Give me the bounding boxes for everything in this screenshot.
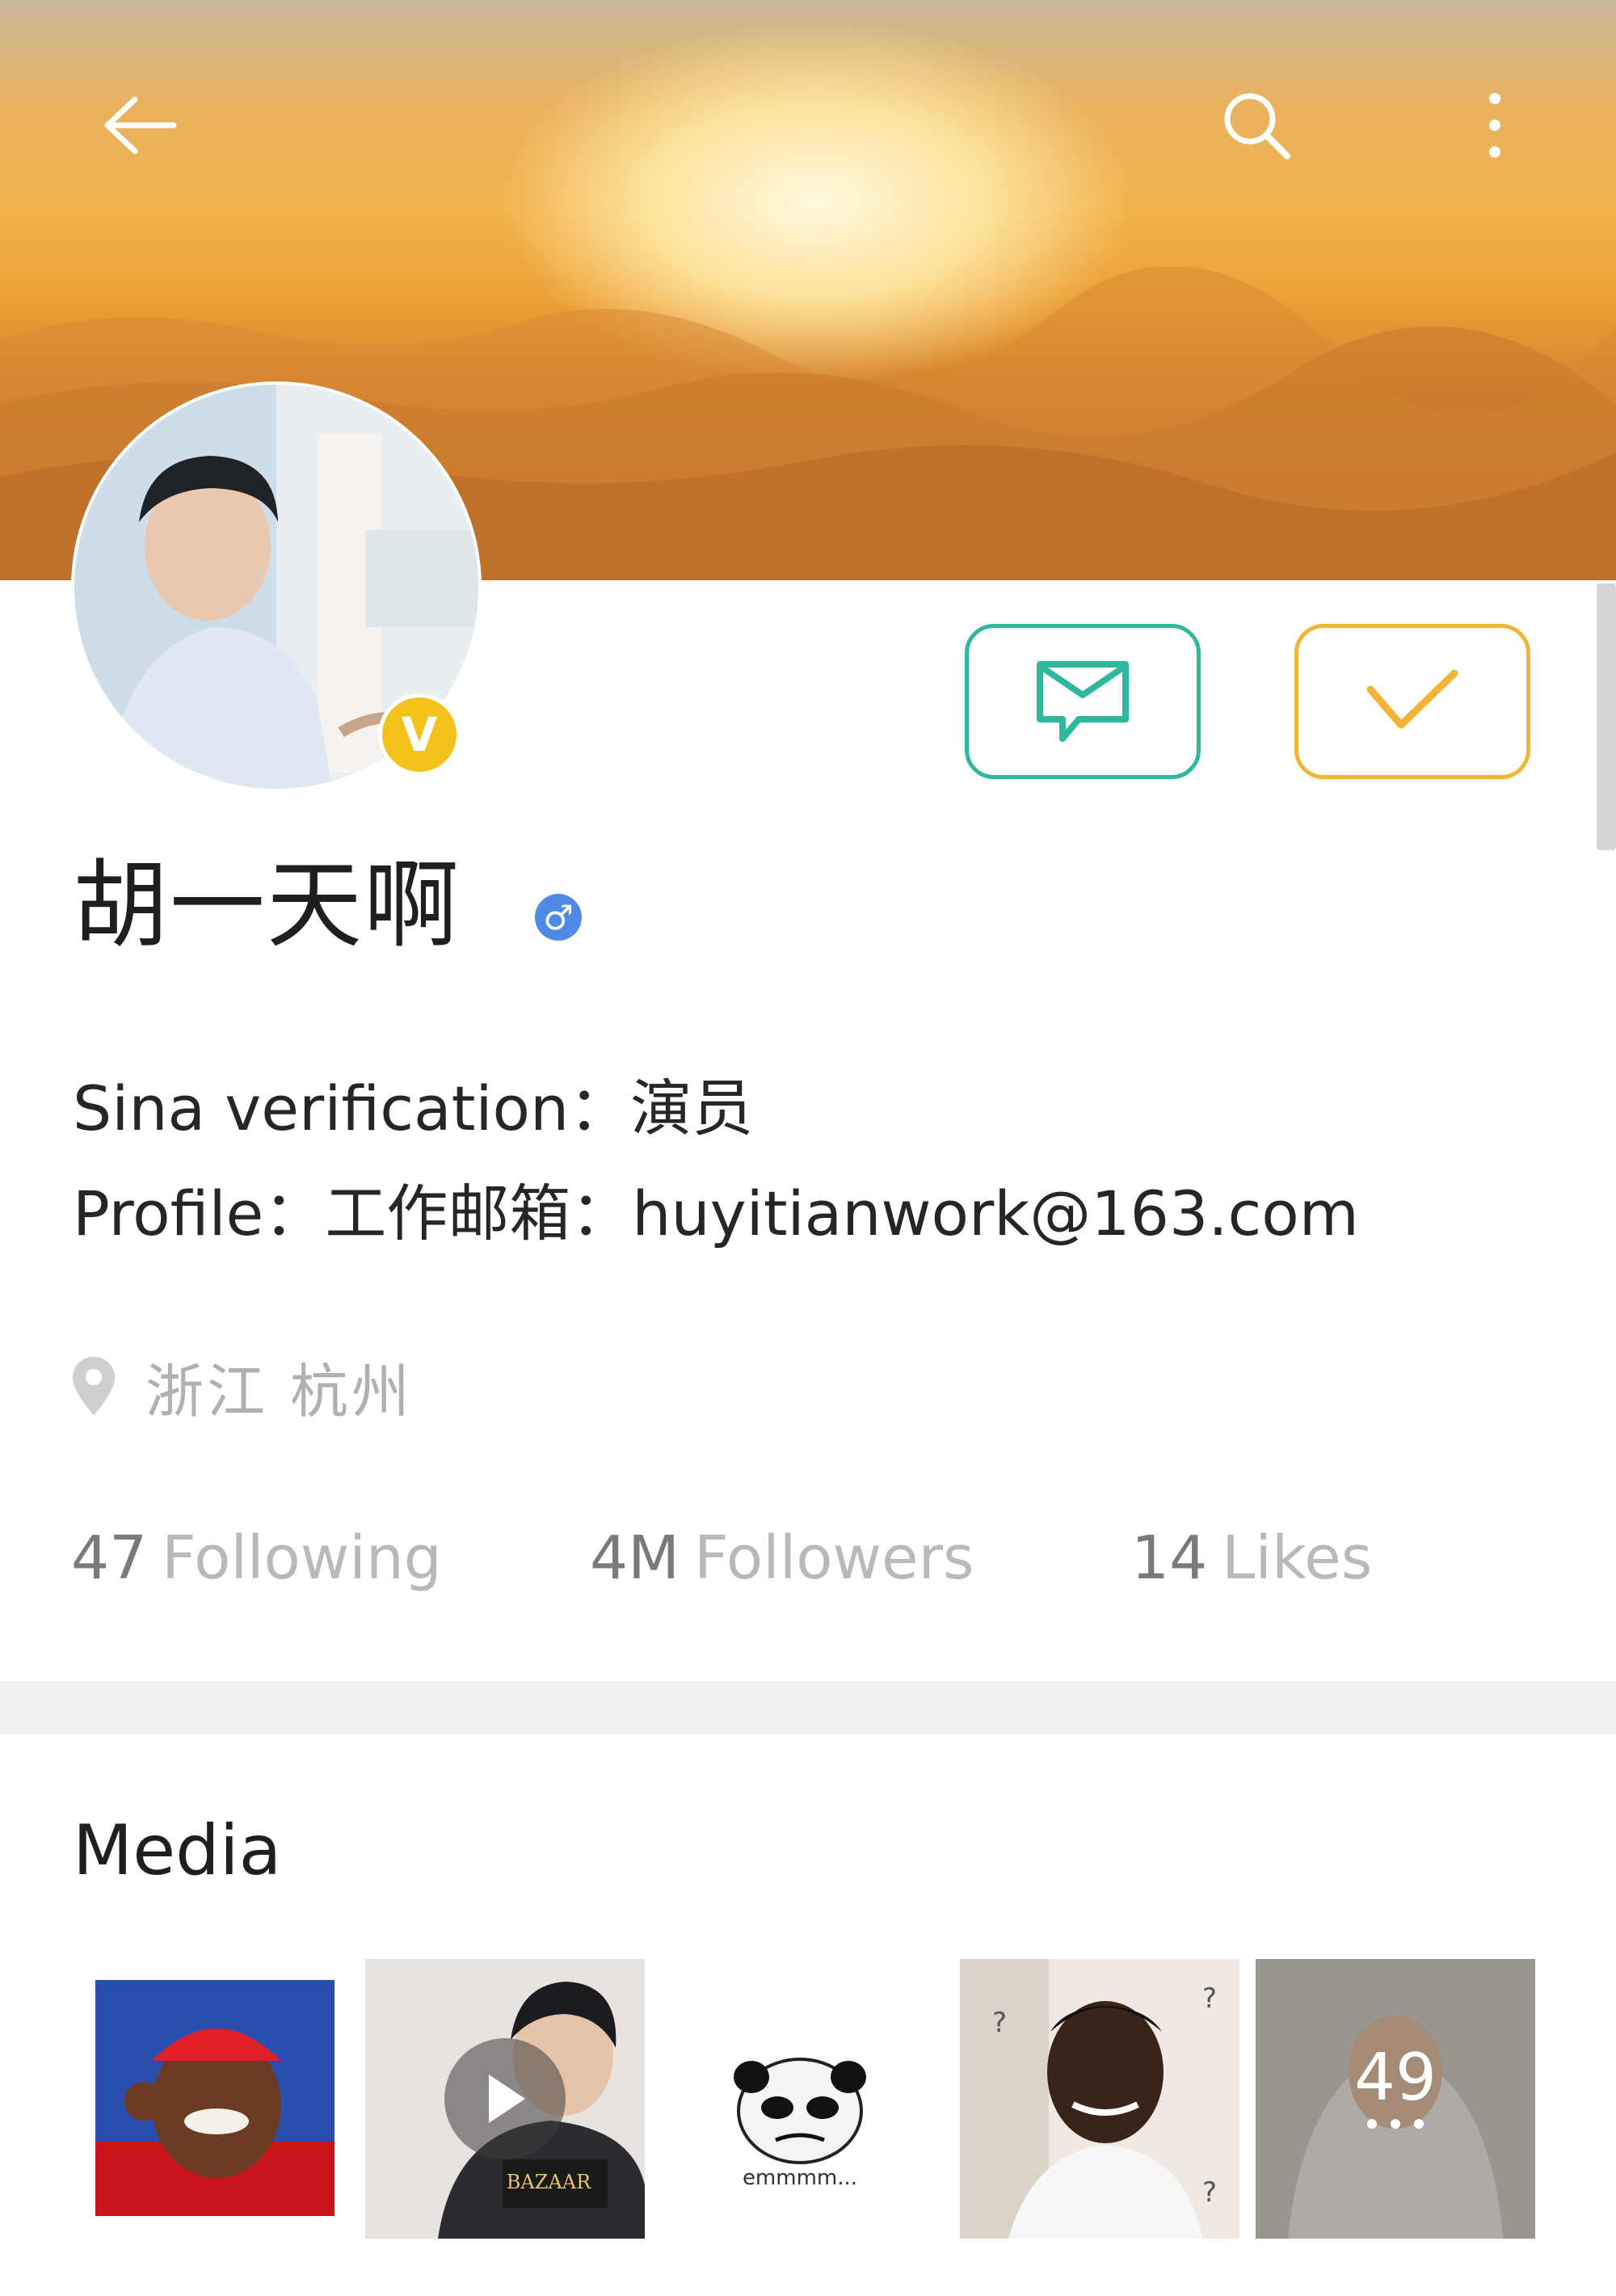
- sticker-caption: emmmm...: [742, 2166, 858, 2190]
- search-icon: [1224, 93, 1290, 159]
- verified-badge-letter: V: [401, 707, 438, 762]
- media-thumb-2[interactable]: BAZAAR: [365, 1959, 645, 2239]
- gender-symbol: ♂: [543, 897, 574, 937]
- verification-value: 演员: [630, 1072, 754, 1144]
- location-pin-icon: [73, 1357, 115, 1415]
- following-button[interactable]: [1294, 624, 1530, 779]
- message-button[interactable]: [965, 624, 1201, 779]
- checkmark-icon: [1366, 669, 1458, 729]
- location-row: 浙江 杭州: [71, 1350, 413, 1426]
- verification-label: Sina verification: [73, 1072, 570, 1144]
- profile-separator: ：: [263, 1177, 326, 1249]
- likes-count[interactable]: 14 Likes: [1131, 1523, 1372, 1593]
- media-section-title: Media: [73, 1810, 282, 1891]
- arrow-left-icon: [104, 96, 177, 154]
- followers-count-value: 4M: [590, 1523, 680, 1593]
- section-divider: [0, 1681, 1616, 1734]
- verified-badge-icon: V: [378, 693, 461, 776]
- more-media-count: 49: [1354, 2040, 1437, 2115]
- following-count-value: 47: [71, 1523, 148, 1593]
- followers-count-label: Followers: [693, 1523, 974, 1593]
- likes-count-value: 14: [1131, 1523, 1208, 1593]
- play-button[interactable]: [444, 2038, 566, 2159]
- more-dots-icon: [1367, 2119, 1424, 2130]
- verification-separator: ：: [569, 1072, 631, 1144]
- video-caption: BAZAAR: [506, 2171, 591, 2193]
- search-button[interactable]: [1212, 81, 1301, 170]
- svg-text:?: ?: [1202, 2176, 1217, 2209]
- play-icon: [489, 2075, 525, 2123]
- profile-line: Profile：工作邮箱：huyitianwork@163.com: [73, 1164, 1359, 1253]
- verification-line: Sina verification：演员: [73, 1059, 753, 1148]
- svg-text:?: ?: [992, 2007, 1007, 2039]
- media-thumb-3[interactable]: emmmm...: [727, 2053, 873, 2198]
- back-button[interactable]: [95, 81, 184, 170]
- svg-text:?: ?: [1202, 1982, 1217, 2015]
- more-options-button[interactable]: [1450, 81, 1539, 170]
- media-sticker-3: [734, 2058, 866, 2164]
- location-text: 浙江 杭州: [145, 1357, 413, 1426]
- following-count[interactable]: 47 Following: [71, 1523, 442, 1593]
- following-count-label: Following: [162, 1523, 442, 1593]
- media-image-1: [95, 1980, 335, 2216]
- user-name: 胡一天啊: [73, 849, 461, 961]
- media-thumb-4[interactable]: ? ? ?: [960, 1959, 1239, 2239]
- followers-count[interactable]: 4M Followers: [590, 1523, 974, 1593]
- media-thumb-1[interactable]: [95, 1980, 335, 2216]
- profile-value: 工作邮箱：huyitianwork@163.com: [325, 1177, 1359, 1249]
- media-thumb-5[interactable]: 49: [1256, 1959, 1535, 2239]
- more-vertical-icon: [1489, 93, 1500, 158]
- male-gender-icon: ♂: [535, 894, 582, 941]
- message-icon: [1037, 661, 1129, 742]
- profile-label: Profile: [73, 1177, 264, 1249]
- likes-count-label: Likes: [1222, 1523, 1373, 1593]
- scroll-indicator[interactable]: [1597, 583, 1616, 850]
- media-image-4: ? ? ?: [960, 1959, 1239, 2239]
